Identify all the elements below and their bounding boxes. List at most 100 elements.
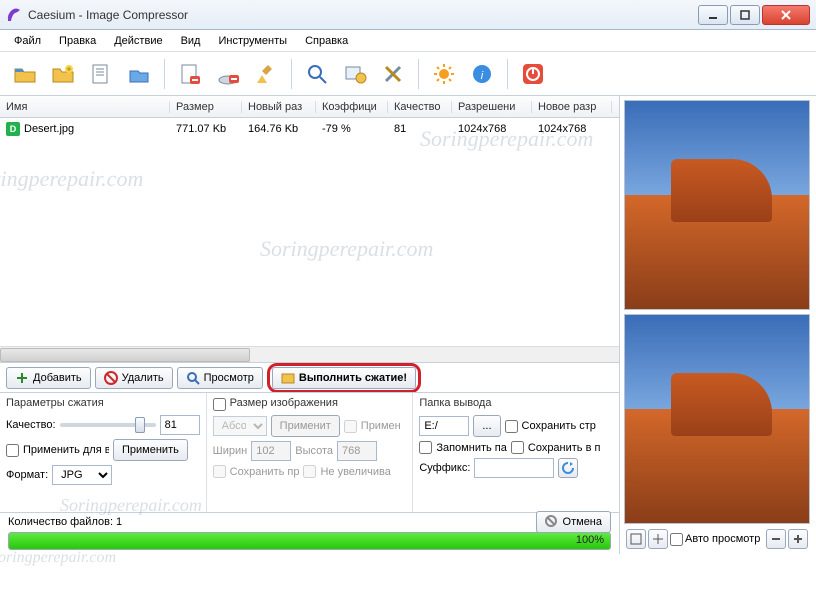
file-type-icon: D <box>6 122 20 136</box>
col-name[interactable]: Имя <box>0 101 170 113</box>
menu-file[interactable]: Файл <box>6 33 49 49</box>
new-list-icon[interactable] <box>84 57 118 91</box>
browse-button[interactable]: ... <box>473 415 500 437</box>
zoom-actual-icon[interactable] <box>648 529 668 549</box>
no-upscale-checkbox[interactable] <box>303 465 316 478</box>
delete-button[interactable]: Удалить <box>95 367 173 389</box>
horizontal-scrollbar[interactable] <box>0 346 619 362</box>
toolbar: i <box>0 52 816 96</box>
col-size[interactable]: Размер <box>170 101 242 113</box>
compress-highlight: Выполнить сжатие! <box>267 363 421 393</box>
sun-icon[interactable] <box>427 57 461 91</box>
maximize-button[interactable] <box>730 5 760 25</box>
width-label: Ширин <box>213 445 248 457</box>
file-table[interactable]: Имя Размер Новый раз Коэффици Качество Р… <box>0 96 619 346</box>
panel-title: Размер изображения <box>230 397 338 409</box>
apply-all-checkbox[interactable] <box>6 444 19 457</box>
close-button[interactable] <box>762 5 810 25</box>
cell-size: 771.07 Kb <box>170 123 242 135</box>
width-value[interactable] <box>251 441 291 461</box>
resize-mode-select[interactable]: Абсол <box>213 416 267 436</box>
table-row[interactable]: DDesert.jpg 771.07 Kb 164.76 Kb -79 % 81… <box>0 118 619 140</box>
minimize-button[interactable] <box>698 5 728 25</box>
progress-bar: 100% <box>8 532 611 550</box>
tools-icon[interactable] <box>376 57 410 91</box>
open-list-icon[interactable] <box>122 57 156 91</box>
menu-action[interactable]: Действие <box>106 33 170 49</box>
watermark: Soringperepair.com <box>260 236 433 262</box>
height-label: Высота <box>295 445 333 457</box>
zoom-icon[interactable] <box>300 57 334 91</box>
menu-tools[interactable]: Инструменты <box>210 33 295 49</box>
table-header: Имя Размер Новый раз Коэффици Качество Р… <box>0 96 619 118</box>
col-quality[interactable]: Качество <box>388 101 452 113</box>
menubar: Файл Правка Действие Вид Инструменты Спр… <box>0 30 816 52</box>
height-value[interactable] <box>337 441 377 461</box>
cell-ratio: -79 % <box>316 123 388 135</box>
format-select[interactable]: JPG <box>52 465 112 485</box>
preview-compressed[interactable] <box>624 314 810 524</box>
image-settings-icon[interactable] <box>338 57 372 91</box>
progress-percent: 100% <box>576 534 604 546</box>
file-count-label: Количество файлов: 1 <box>8 516 122 528</box>
action-bar: Добавить Удалить Просмотр Выполнить сжат… <box>0 362 619 392</box>
apply-all-label: Применить для в <box>23 444 109 456</box>
save-in-checkbox[interactable] <box>511 441 524 454</box>
col-ratio[interactable]: Коэффици <box>316 101 388 113</box>
col-newres[interactable]: Новое разр <box>532 101 612 113</box>
auto-preview-checkbox[interactable] <box>670 533 683 546</box>
zoom-fit-icon[interactable] <box>626 529 646 549</box>
info-icon[interactable]: i <box>465 57 499 91</box>
zoom-out-icon[interactable] <box>766 529 786 549</box>
cell-newres: 1024x768 <box>532 123 612 135</box>
watermark: Soringperepair.com <box>0 166 143 192</box>
panel-title: Папка вывода <box>419 397 613 409</box>
quality-label: Качество: <box>6 419 56 431</box>
menu-help[interactable]: Справка <box>297 33 356 49</box>
open-folder-icon[interactable] <box>8 57 42 91</box>
app-icon <box>6 7 22 23</box>
panel-compression: Параметры сжатия Качество: Применить для… <box>0 393 207 512</box>
remember-path-checkbox[interactable] <box>419 441 432 454</box>
titlebar: Caesium - Image Compressor <box>0 0 816 30</box>
zoom-in-icon[interactable] <box>788 529 808 549</box>
preview-original[interactable] <box>624 100 810 310</box>
menu-edit[interactable]: Правка <box>51 33 104 49</box>
quality-slider[interactable] <box>60 423 156 427</box>
remove-icon[interactable] <box>173 57 207 91</box>
col-newsize[interactable]: Новый раз <box>242 101 316 113</box>
compress-button[interactable]: Выполнить сжатие! <box>272 367 416 389</box>
suffix-label: Суффикс: <box>419 462 470 474</box>
cell-res: 1024x768 <box>452 123 532 135</box>
col-res[interactable]: Разрешени <box>452 101 532 113</box>
window-title: Caesium - Image Compressor <box>28 8 698 22</box>
apply-quality-button[interactable]: Применить <box>113 439 188 461</box>
auto-preview-label: Авто просмотр <box>685 533 764 545</box>
keep-structure-checkbox[interactable] <box>505 420 518 433</box>
cancel-button[interactable]: Отмена <box>536 511 611 533</box>
menu-view[interactable]: Вид <box>173 33 209 49</box>
broom-icon[interactable] <box>249 57 283 91</box>
add-folder-icon[interactable] <box>46 57 80 91</box>
panel-title: Параметры сжатия <box>6 397 200 409</box>
suffix-reset-button[interactable] <box>558 458 578 478</box>
suffix-input[interactable] <box>474 458 554 478</box>
panel-resize: Размер изображения Абсол Применит Примен… <box>207 393 414 512</box>
add-button[interactable]: Добавить <box>6 367 91 389</box>
panel-output: Папка вывода ... Сохранить стр Запомнить… <box>413 393 619 512</box>
preview-controls: Авто просмотр <box>624 528 810 550</box>
quality-value[interactable] <box>160 415 200 435</box>
cell-newsize: 164.76 Kb <box>242 123 316 135</box>
status-bar: Количество файлов: 1 Отмена <box>0 512 619 530</box>
resize-apply-label: Примен <box>361 420 401 432</box>
keep-ratio-checkbox[interactable] <box>213 465 226 478</box>
resize-apply-button[interactable]: Применит <box>271 415 340 437</box>
clear-icon[interactable] <box>211 57 245 91</box>
preview-pane: Авто просмотр Soringperepair.com <box>620 96 814 554</box>
power-icon[interactable] <box>516 57 550 91</box>
output-path-input[interactable] <box>419 416 469 436</box>
resize-apply-checkbox[interactable] <box>344 420 357 433</box>
resize-enable-checkbox[interactable] <box>213 398 226 411</box>
cell-name: Desert.jpg <box>24 123 74 135</box>
preview-button[interactable]: Просмотр <box>177 367 263 389</box>
